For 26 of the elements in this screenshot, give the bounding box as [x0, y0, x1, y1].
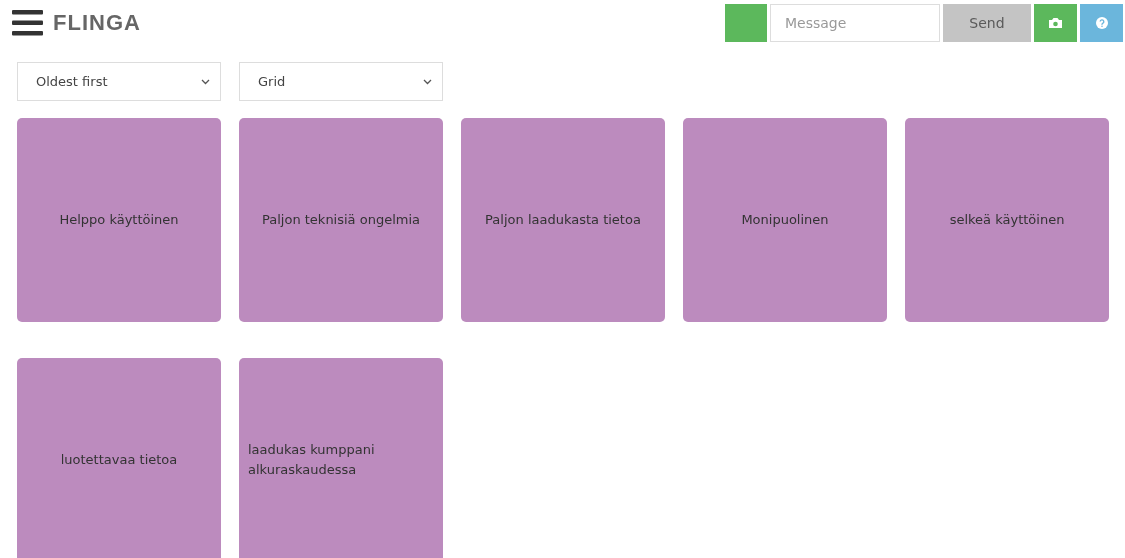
note-text: laadukas kumppani alkuraskaudessa	[248, 441, 376, 479]
menu-icon[interactable]	[12, 10, 43, 36]
color-swatch[interactable]	[725, 4, 767, 42]
note-text: selkeä käyttöinen	[949, 211, 1065, 229]
camera-icon	[1048, 17, 1063, 29]
note-text: Helppo käyttöinen	[59, 211, 179, 229]
note-text: luotettavaa tietoa	[60, 451, 178, 469]
note-text: Monipuolinen	[741, 211, 829, 229]
note-text: Paljon laadukasta tietoa	[485, 211, 641, 229]
help-icon	[1095, 17, 1108, 29]
note-card[interactable]: Paljon laadukasta tietoa	[461, 118, 665, 322]
camera-button[interactable]	[1034, 4, 1077, 42]
logo: FLINGA	[53, 10, 141, 36]
message-field[interactable]: Message	[770, 4, 940, 42]
note-card[interactable]: laadukas kumppani alkuraskaudessa	[239, 358, 443, 558]
dropdown[interactable]: Grid	[239, 62, 443, 101]
chevron-icon	[201, 78, 210, 85]
note-card[interactable]: Paljon teknisiä ongelmia	[239, 118, 443, 322]
chevron-icon	[423, 78, 432, 85]
help-button[interactable]	[1080, 4, 1123, 42]
note-card[interactable]: Monipuolinen	[683, 118, 887, 322]
note-card[interactable]: luotettavaa tietoa	[17, 358, 221, 558]
note-card[interactable]: selkeä käyttöinen	[905, 118, 1109, 322]
dropdown[interactable]: Oldest first	[17, 62, 221, 101]
note-card[interactable]: Helppo käyttöinen	[17, 118, 221, 322]
note-text: Paljon teknisiä ongelmia	[262, 211, 420, 229]
